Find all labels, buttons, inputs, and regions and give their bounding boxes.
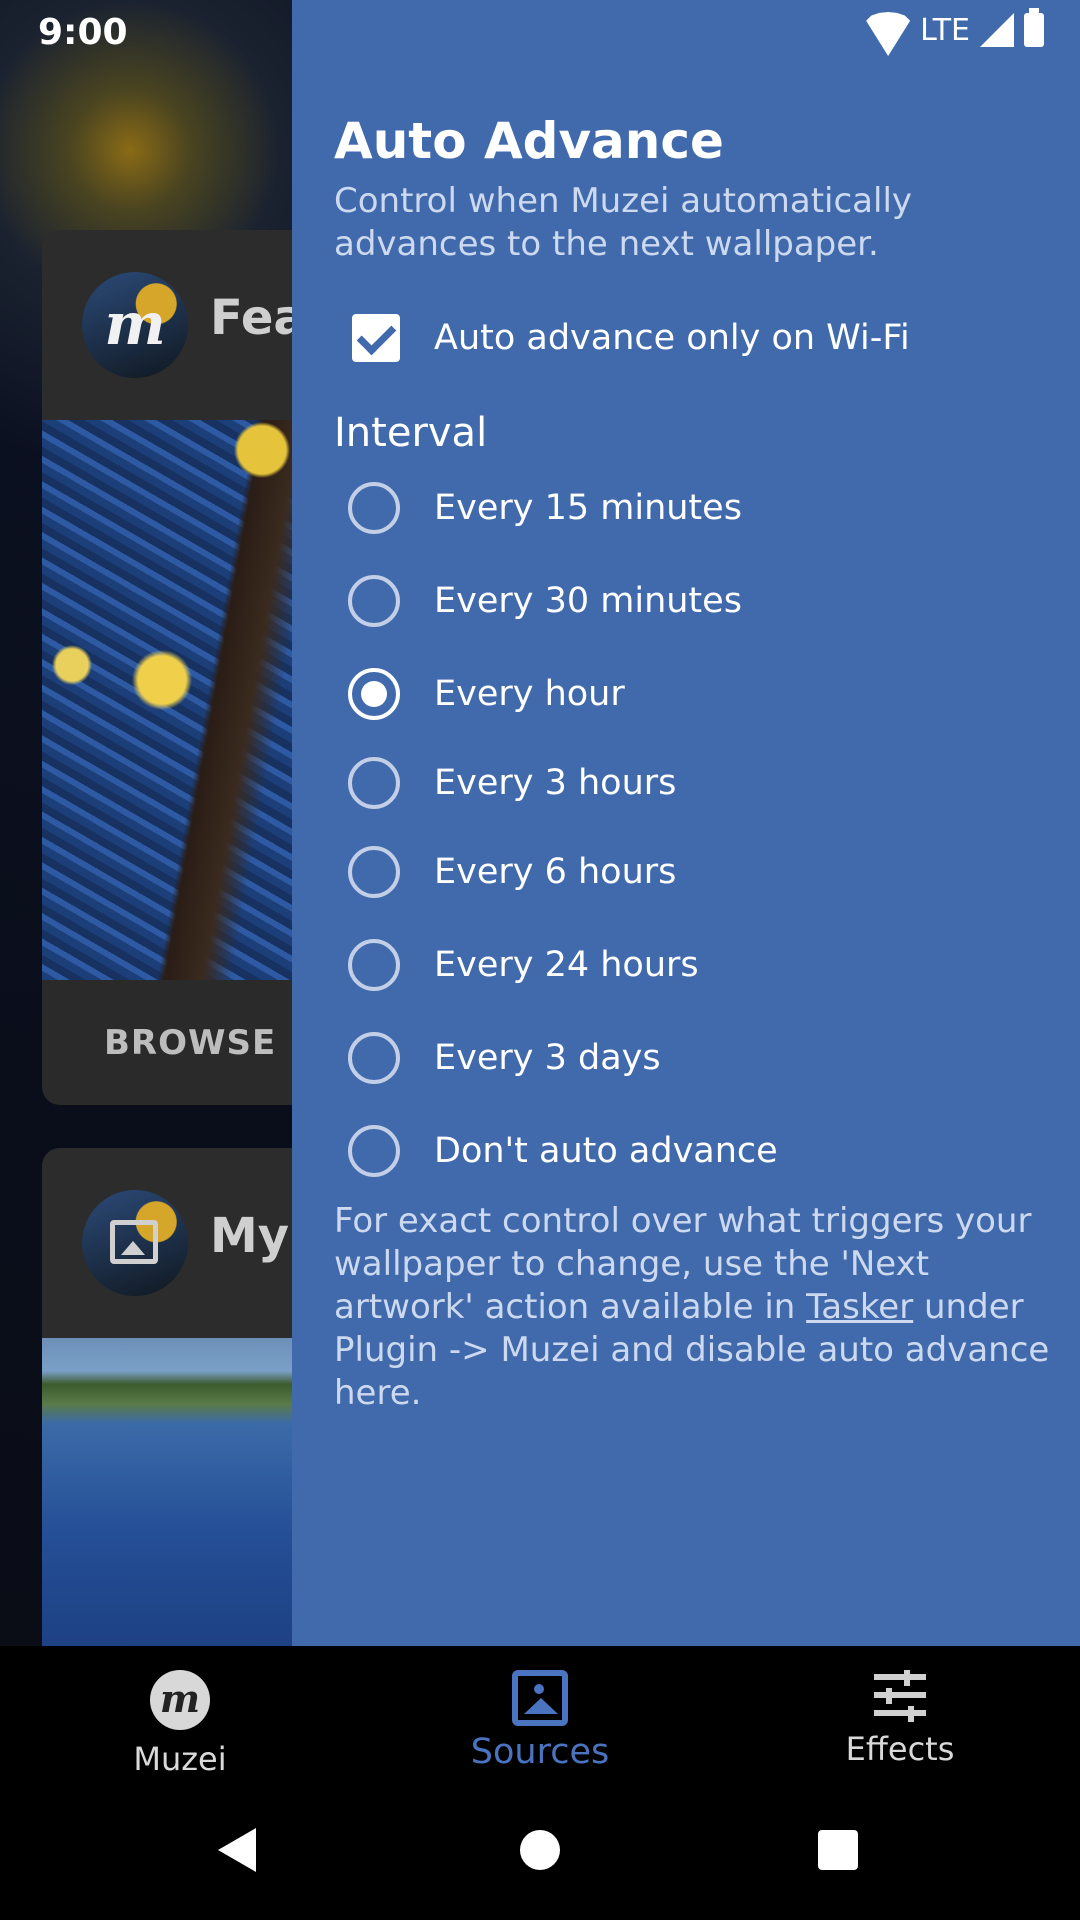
battery-icon [1024,8,1044,47]
network-type: LTE [920,12,970,48]
wifi-only-option[interactable]: Auto advance only on Wi-Fi [352,310,910,366]
radio-button-selected[interactable] [348,668,400,720]
home-icon[interactable] [520,1830,560,1870]
nav-label: Muzei [133,1740,227,1778]
tasker-note: For exact control over what triggers you… [334,1200,1064,1415]
radio-button[interactable] [348,1032,400,1084]
status-time: 9:00 [38,12,128,53]
nav-label: Sources [470,1732,610,1772]
interval-option-label: Every 6 hours [434,852,677,892]
interval-heading: Interval [334,410,488,456]
radio-button[interactable] [348,575,400,627]
interval-option-3-days[interactable]: Every 3 days [348,1030,661,1086]
radio-button[interactable] [348,939,400,991]
radio-button[interactable] [348,1125,400,1177]
tune-sliders-icon [874,1670,926,1722]
recents-icon[interactable] [818,1830,858,1870]
interval-option-6-hours[interactable]: Every 6 hours [348,844,676,900]
wifi-only-label: Auto advance only on Wi-Fi [434,318,910,358]
interval-option-label: Every 3 days [434,1038,661,1078]
status-icons: LTE [866,8,1044,48]
nav-label: Effects [845,1730,955,1768]
tasker-link[interactable]: Tasker [806,1287,913,1327]
source-card-featured[interactable]: m Fea BROWSE [42,230,312,1105]
interval-option-label: Don't auto advance [434,1131,778,1171]
radio-button[interactable] [348,757,400,809]
cell-signal-icon [980,13,1014,47]
nav-item-effects[interactable]: Effects [720,1646,1080,1792]
status-bar: 9:00 LTE [0,0,1080,64]
interval-option-label: Every 15 minutes [434,488,742,528]
interval-option-label: Every 30 minutes [434,581,742,621]
radio-button[interactable] [348,846,400,898]
browse-button[interactable]: BROWSE [42,980,312,1105]
image-frame-icon [512,1670,568,1726]
interval-option-24-hours[interactable]: Every 24 hours [348,937,699,993]
source-card-header: m Fea [42,230,312,420]
radio-button[interactable] [348,482,400,534]
nav-item-sources[interactable]: Sources [360,1646,720,1792]
wifi-only-checkbox[interactable] [352,314,400,362]
interval-option-30-minutes[interactable]: Every 30 minutes [348,573,742,629]
interval-option-never[interactable]: Don't auto advance [348,1123,778,1179]
drawer-description: Control when Muzei automatically advance… [334,181,913,264]
harbor-photo-artwork [42,1338,312,1668]
wifi-icon [866,12,910,48]
starry-night-artwork [42,420,312,980]
bottom-navigation: m Muzei Sources Effects [0,1646,1080,1792]
interval-option-hour[interactable]: Every hour [348,666,625,722]
interval-option-label: Every 3 hours [434,763,677,803]
source-card-header: My [42,1148,312,1338]
interval-option-3-hours[interactable]: Every 3 hours [348,755,676,811]
source-card-title: My [210,1208,290,1264]
interval-option-label: Every hour [434,674,625,714]
muzei-logo-icon: m [150,1670,210,1730]
interval-option-15-minutes[interactable]: Every 15 minutes [348,480,742,536]
auto-advance-drawer: Auto Advance Control when Muzei automati… [292,0,1080,1646]
back-icon[interactable] [218,1828,256,1872]
gallery-source-avatar-icon [82,1190,188,1296]
interval-option-label: Every 24 hours [434,945,699,985]
nav-item-muzei[interactable]: m Muzei [0,1646,360,1792]
muzei-source-avatar-icon: m [82,272,188,378]
source-card-my-photos[interactable]: My [42,1148,312,1668]
system-navigation-bar [0,1792,1080,1920]
drawer-title: Auto Advance [334,112,724,170]
